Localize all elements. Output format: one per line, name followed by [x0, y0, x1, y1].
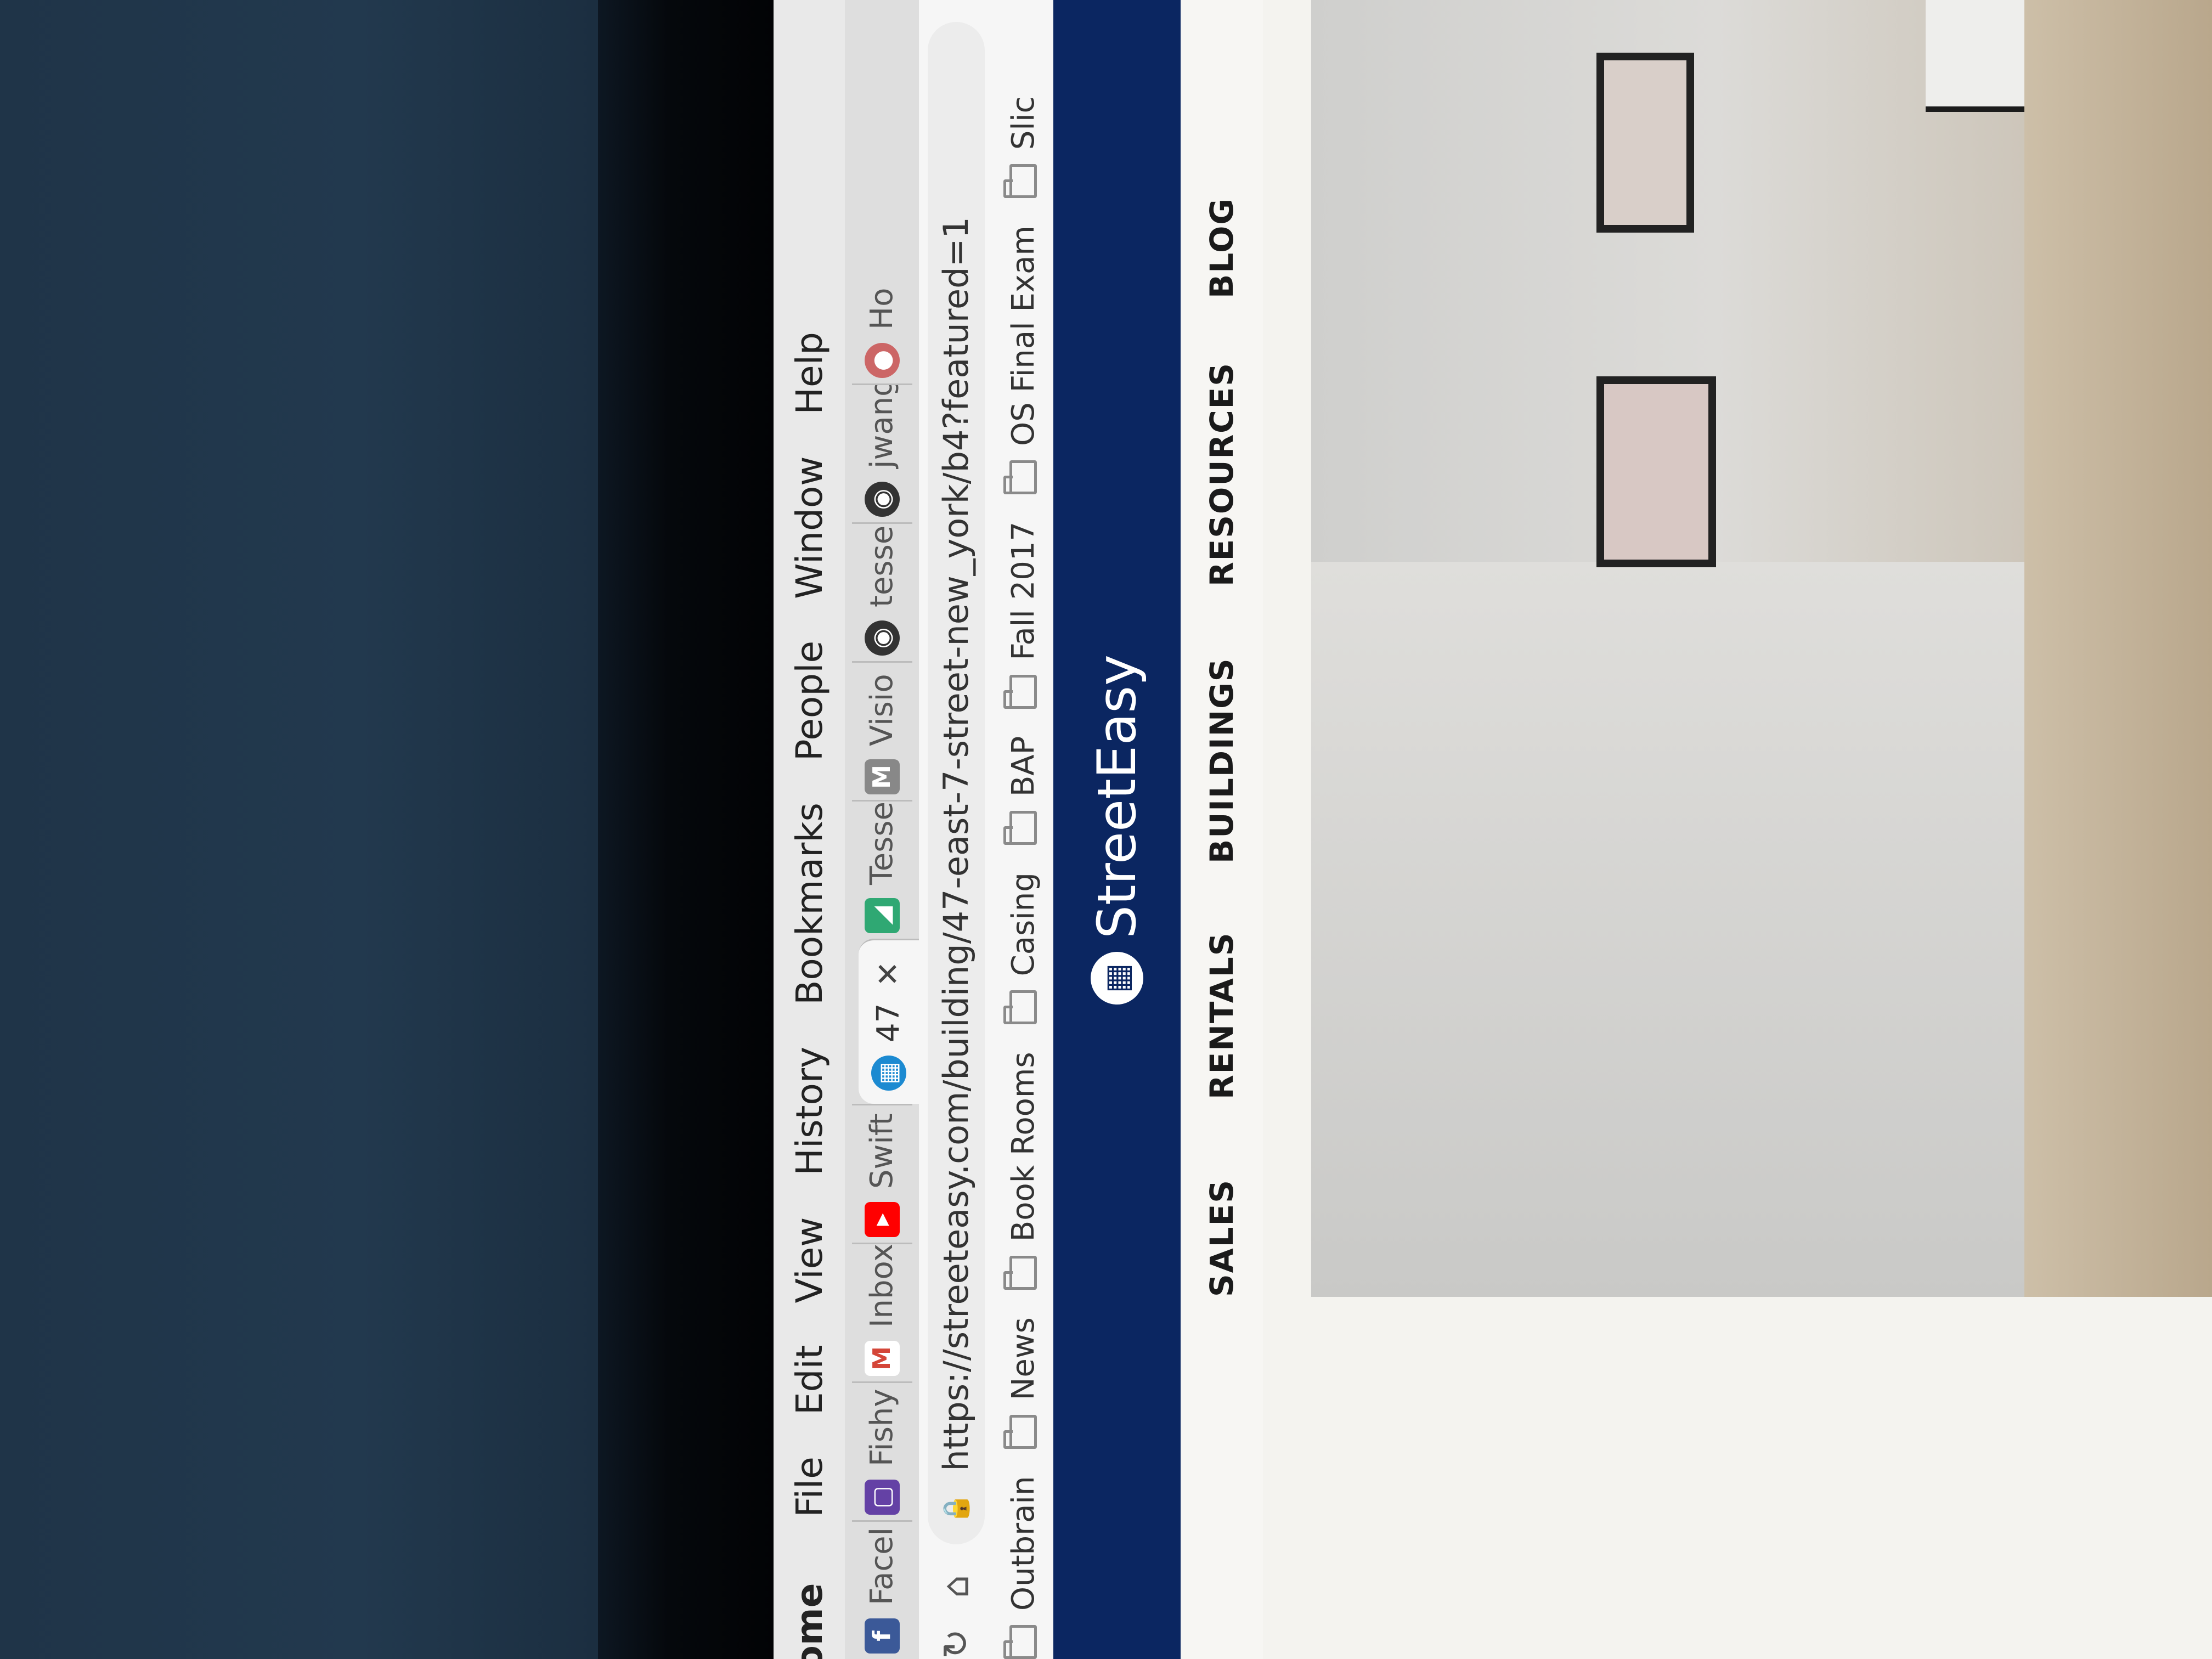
gmail-icon: M: [864, 1341, 900, 1376]
photo-window: [1596, 376, 1716, 567]
twitch-icon: ▢: [864, 1480, 900, 1515]
youtube-icon: ▶: [864, 1202, 900, 1237]
github-icon: ◉: [864, 620, 900, 656]
folder-icon: [1009, 1625, 1037, 1659]
menu-window[interactable]: Window: [788, 456, 831, 599]
bookmark-label: BAP: [1005, 736, 1041, 797]
tab-label: Swift: [864, 1113, 900, 1189]
laptop-bezel: [598, 0, 1309, 1659]
folder-icon: [1009, 674, 1037, 709]
menu-app-name[interactable]: hrome: [788, 1583, 831, 1659]
tab-streeteasy-active[interactable]: ▦ 47 ✕: [858, 939, 919, 1104]
bookmark-label: Casing: [1005, 872, 1041, 977]
photo-floor: [2024, 0, 2212, 1297]
menu-history[interactable]: History: [788, 1047, 831, 1176]
bookmark-news[interactable]: News: [1005, 1317, 1041, 1449]
streeteasy-icon: ▦: [871, 1056, 906, 1091]
bookmarks-bar: Outbrain News Book Rooms Casing BAP Fall…: [993, 0, 1054, 1659]
tab-jwang-github[interactable]: ◉ jwang: [851, 383, 912, 522]
menu-view[interactable]: View: [788, 1217, 831, 1304]
reload-icon[interactable]: ↻: [935, 1629, 977, 1659]
bookmark-label: News: [1005, 1317, 1041, 1401]
tab-tesse[interactable]: ◢ Tesse: [851, 800, 912, 939]
folder-icon: [1009, 811, 1037, 845]
folder-icon: [1009, 164, 1037, 199]
bookmark-outbrain[interactable]: Outbrain: [1006, 1476, 1041, 1659]
tab-fishy[interactable]: ▢ Fishy: [851, 1381, 912, 1520]
menu-help[interactable]: Help: [788, 332, 831, 414]
tab-label: Inbox: [864, 1243, 900, 1328]
nav-resources[interactable]: RESOURCES: [1203, 362, 1240, 586]
nav-blog[interactable]: BLOG: [1203, 198, 1240, 298]
bookmark-label: Book Rooms: [1005, 1052, 1041, 1242]
menu-people[interactable]: People: [788, 641, 831, 761]
m-icon: M: [864, 759, 900, 794]
github-icon: ◉: [864, 482, 900, 517]
tab-facebook[interactable]: f Facel: [851, 1520, 912, 1659]
tab-ho[interactable]: ● Ho: [852, 274, 912, 383]
bookmark-label: Outbrain: [1005, 1476, 1041, 1611]
doc-icon: ◢: [864, 898, 900, 933]
folder-icon: [1009, 1256, 1037, 1290]
menu-bar: hrome File Edit View History Bookmarks P…: [774, 0, 846, 1659]
tab-visio[interactable]: M Visio: [851, 661, 912, 800]
bookmark-book-rooms[interactable]: Book Rooms: [1006, 1052, 1041, 1290]
site-nav: SALES RENTALS BUILDINGS RESOURCES BLOG: [1181, 0, 1263, 1659]
facebook-icon: f: [864, 1618, 900, 1654]
photo-window: [1596, 53, 1694, 233]
address-bar[interactable]: 🔒 https://streeteasy.com/building/47-eas…: [927, 22, 985, 1544]
nav-rentals[interactable]: RENTALS: [1203, 932, 1240, 1099]
bookmark-label: OS Final Exam: [1005, 225, 1041, 446]
tab-label: Fishy: [864, 1389, 900, 1466]
folder-icon: [1009, 460, 1037, 494]
folder-icon: [1009, 990, 1037, 1025]
folder-icon: [1009, 1414, 1037, 1449]
tab-strip: f Facel ▢ Fishy M Inbox ▶ Swift ▦ 47 ✕ ◢: [845, 0, 919, 1659]
bookmark-fall-2017[interactable]: Fall 2017: [1006, 522, 1041, 709]
photo-kitchen: [1926, 0, 2024, 112]
tab-tesse-github[interactable]: ◉ tesse: [851, 522, 912, 661]
menu-file[interactable]: File: [788, 1457, 831, 1517]
hero-section: ⌄ ☝: [1263, 0, 2212, 1659]
tab-label: Tesse: [864, 802, 900, 885]
app-icon: ●: [864, 343, 900, 378]
bookmark-slic[interactable]: Slic: [1005, 96, 1041, 199]
bookmark-casing[interactable]: Casing: [1005, 872, 1041, 1025]
bookmark-label: Slic: [1005, 96, 1041, 150]
building-icon: ▦: [1091, 952, 1143, 1005]
tab-label: tesse: [864, 525, 900, 607]
tab-swift[interactable]: ▶ Swift: [851, 1104, 912, 1243]
streeteasy-logo[interactable]: ▦ StreetEasy: [1086, 654, 1148, 1005]
tab-label: Ho: [864, 287, 900, 330]
menu-edit[interactable]: Edit: [788, 1345, 831, 1415]
logo-text: StreetEasy: [1086, 654, 1148, 939]
tab-label: Facel: [864, 1527, 900, 1605]
menu-bookmarks[interactable]: Bookmarks: [788, 803, 831, 1005]
building-photo[interactable]: [1311, 0, 2212, 1297]
nav-sales[interactable]: SALES: [1203, 1179, 1240, 1297]
laptop-screen: hrome File Edit View History Bookmarks P…: [774, 0, 2212, 1659]
streeteasy-header: ▦ StreetEasy: [1053, 0, 1181, 1659]
browser-window: hrome File Edit View History Bookmarks P…: [774, 0, 2212, 1659]
url-text[interactable]: https://streeteasy.com/building/47-east-…: [936, 217, 976, 1471]
lock-icon: 🔒: [941, 1493, 970, 1525]
close-tab-icon[interactable]: ✕: [871, 961, 906, 987]
tab-inbox[interactable]: M Inbox: [851, 1243, 912, 1381]
tab-label: 47: [871, 1003, 906, 1042]
nav-buildings[interactable]: BUILDINGS: [1203, 658, 1240, 864]
home-icon[interactable]: ⌂: [935, 1575, 977, 1598]
bookmark-label: Fall 2017: [1005, 521, 1041, 661]
desk-background: [0, 0, 598, 1659]
tab-label: jwang: [864, 383, 900, 469]
tab-label: Visio: [864, 674, 900, 746]
browser-toolbar: ↻ ⌂ 🔒 https://streeteasy.com/building/47…: [919, 0, 993, 1659]
bookmark-os-final-exam[interactable]: OS Final Exam: [1006, 225, 1041, 494]
bookmark-bap[interactable]: BAP: [1006, 736, 1041, 845]
